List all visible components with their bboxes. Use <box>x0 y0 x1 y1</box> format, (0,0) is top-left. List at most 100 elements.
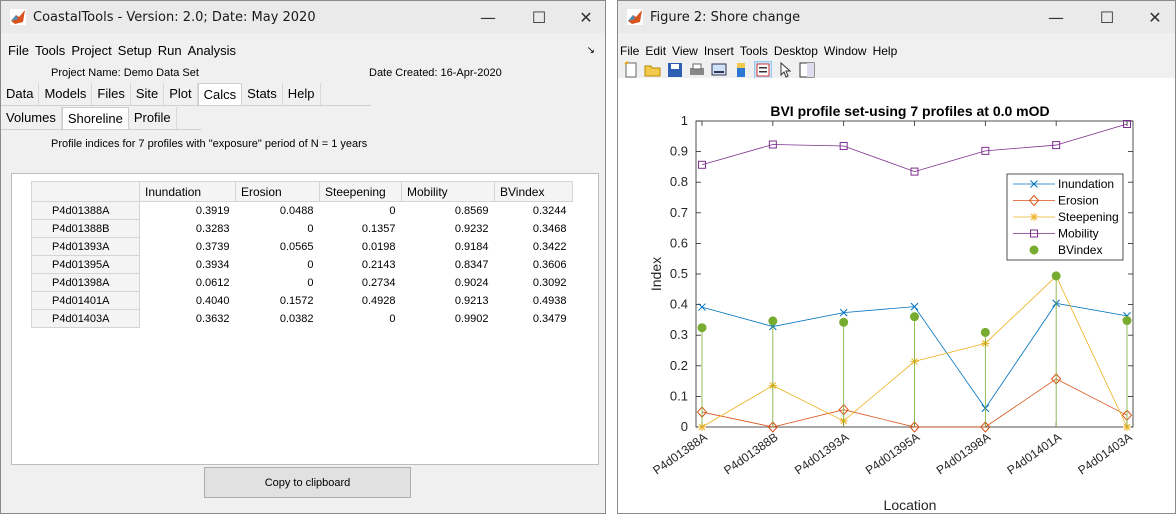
menu-help[interactable]: Help <box>870 44 901 58</box>
table-cell[interactable]: 0.8347 <box>402 256 495 274</box>
column-header-steepening[interactable]: Steepening <box>319 181 402 202</box>
tab-data[interactable]: Data <box>1 83 40 105</box>
row-header[interactable]: P4d01388A <box>31 201 140 220</box>
table-cell[interactable]: 0.3422 <box>495 238 573 256</box>
row-header[interactable]: P4d01401A <box>31 291 140 310</box>
tab-calcs[interactable]: Calcs <box>197 83 243 105</box>
subtab-shoreline[interactable]: Shoreline <box>61 107 129 129</box>
results-table[interactable]: Inundation Erosion Steepening Mobility B… <box>31 181 573 328</box>
table-cell[interactable]: 0.9232 <box>402 220 495 238</box>
maximize-icon[interactable]: ☐ <box>1084 1 1130 33</box>
table-cell[interactable]: 0.9902 <box>402 310 495 328</box>
table-cell[interactable]: 0.0382 <box>236 310 320 328</box>
row-header[interactable]: P4d01403A <box>31 309 140 328</box>
tab-plot[interactable]: Plot <box>164 83 198 105</box>
minimize-icon[interactable]: — <box>1033 1 1079 33</box>
tab-files[interactable]: Files <box>92 83 131 105</box>
table-cell[interactable]: 0.4938 <box>495 292 573 310</box>
column-header-mobility[interactable]: Mobility <box>401 181 495 202</box>
tab-stats[interactable]: Stats <box>242 83 283 105</box>
column-header-bvindex[interactable]: BVindex <box>494 181 573 202</box>
table-cell[interactable]: 0.0488 <box>236 202 320 220</box>
maximize-icon[interactable]: ☐ <box>516 1 562 33</box>
link-plot-icon[interactable] <box>710 61 728 79</box>
row-header[interactable]: P4d01395A <box>31 255 140 274</box>
menu-tools[interactable]: Tools <box>32 43 68 58</box>
menu-insert[interactable]: Insert <box>701 44 737 58</box>
menu-tools[interactable]: Tools <box>737 44 771 58</box>
tab-site[interactable]: Site <box>130 83 165 105</box>
menu-edit[interactable]: Edit <box>642 44 669 58</box>
tab-models[interactable]: Models <box>39 83 93 105</box>
close-icon[interactable]: ✕ <box>1132 1 1175 33</box>
table-cell[interactable]: 0 <box>320 310 402 328</box>
table-cell[interactable]: 0.4928 <box>320 292 402 310</box>
table-cell[interactable]: 0.0612 <box>140 274 236 292</box>
pointer-icon[interactable] <box>776 61 794 79</box>
menu-setup[interactable]: Setup <box>115 43 155 58</box>
table-cell[interactable]: 0.3919 <box>140 202 236 220</box>
property-editor-icon[interactable] <box>798 61 816 79</box>
column-header-inundation[interactable]: Inundation <box>139 181 236 202</box>
table-cell[interactable]: 0.3479 <box>495 310 573 328</box>
table-cell[interactable]: 0.9024 <box>402 274 495 292</box>
menu-file[interactable]: File <box>8 43 32 58</box>
colorbar-icon[interactable] <box>732 61 750 79</box>
table-cell[interactable]: 0.1572 <box>236 292 320 310</box>
chart-title: BVI profile set-using 7 profiles at 0.0 … <box>770 103 1049 119</box>
menu-run[interactable]: Run <box>155 43 185 58</box>
table-cell[interactable]: 0.2734 <box>320 274 402 292</box>
table-cell[interactable]: 0.3468 <box>495 220 573 238</box>
row-header[interactable]: P4d01393A <box>31 237 140 256</box>
table-cell[interactable]: 0.4040 <box>140 292 236 310</box>
subtab-volumes[interactable]: Volumes <box>1 107 62 129</box>
row-header[interactable]: P4d01388B <box>31 219 140 238</box>
figure-titlebar[interactable]: Figure 2: Shore change — ☐ ✕ <box>618 1 1175 33</box>
menu-analysis[interactable]: Analysis <box>185 43 239 58</box>
table-cell[interactable]: 0 <box>320 202 402 220</box>
table-cell[interactable]: 0.3244 <box>495 202 573 220</box>
x-tick-label: P4d01395A <box>863 430 922 477</box>
chart-legend[interactable]: Inundation Erosion Steepening Mobility BVind… <box>1006 173 1124 261</box>
table-cell[interactable]: 0.0565 <box>236 238 320 256</box>
print-icon[interactable] <box>688 61 706 79</box>
menu-window[interactable]: Window <box>821 44 870 58</box>
open-folder-icon[interactable] <box>644 61 662 79</box>
column-header-erosion[interactable]: Erosion <box>235 181 320 202</box>
menu-arrow-icon[interactable]: ↘ <box>584 45 598 56</box>
menu-view[interactable]: View <box>669 44 701 58</box>
menu-desktop[interactable]: Desktop <box>771 44 821 58</box>
new-file-icon[interactable] <box>622 61 640 79</box>
table-cell[interactable]: 0.3632 <box>140 310 236 328</box>
table-cell[interactable]: 0.3606 <box>495 256 573 274</box>
legend-icon[interactable] <box>754 61 772 79</box>
table-cell[interactable]: 0.3283 <box>140 220 236 238</box>
tab-help[interactable]: Help <box>282 83 321 105</box>
close-icon[interactable]: ✕ <box>563 1 605 33</box>
table-cell[interactable]: 0.3739 <box>140 238 236 256</box>
table-cell[interactable]: 0.0198 <box>320 238 402 256</box>
subtab-profile[interactable]: Profile <box>128 107 177 129</box>
table-cell[interactable]: 0 <box>236 256 320 274</box>
menu-project[interactable]: Project <box>68 43 114 58</box>
table-cell[interactable]: 0.3934 <box>140 256 236 274</box>
coastaltools-titlebar[interactable]: CoastalTools - Version: 2.0; Date: May 2… <box>1 1 605 33</box>
table-cell[interactable]: 0.3092 <box>495 274 573 292</box>
table-cell[interactable]: 0.2143 <box>320 256 402 274</box>
table-cell[interactable]: 0.9213 <box>402 292 495 310</box>
row-header[interactable]: P4d01398A <box>31 273 140 292</box>
minimize-icon[interactable]: — <box>465 1 511 33</box>
copy-to-clipboard-button[interactable]: Copy to clipboard <box>204 467 411 498</box>
table-cell[interactable]: 0 <box>236 274 320 292</box>
menu-file[interactable]: File <box>620 44 642 58</box>
bvi-chart[interactable]: BVI profile set-using 7 profiles at 0.0 … <box>618 78 1176 514</box>
figure-menubar: File Edit View Insert Tools Desktop Wind… <box>620 41 1175 61</box>
table-cell[interactable]: 0.1357 <box>320 220 402 238</box>
project-name-label: Project Name: Demo Data Set <box>51 67 199 79</box>
table-cell[interactable]: 0.9184 <box>402 238 495 256</box>
y-tick-label: 1 <box>681 113 688 128</box>
table-row: P4d01388B 0.3283 0 0.1357 0.9232 0.3468 <box>31 219 573 238</box>
table-cell[interactable]: 0 <box>236 220 320 238</box>
save-icon[interactable] <box>666 61 684 79</box>
table-cell[interactable]: 0.8569 <box>402 202 495 220</box>
